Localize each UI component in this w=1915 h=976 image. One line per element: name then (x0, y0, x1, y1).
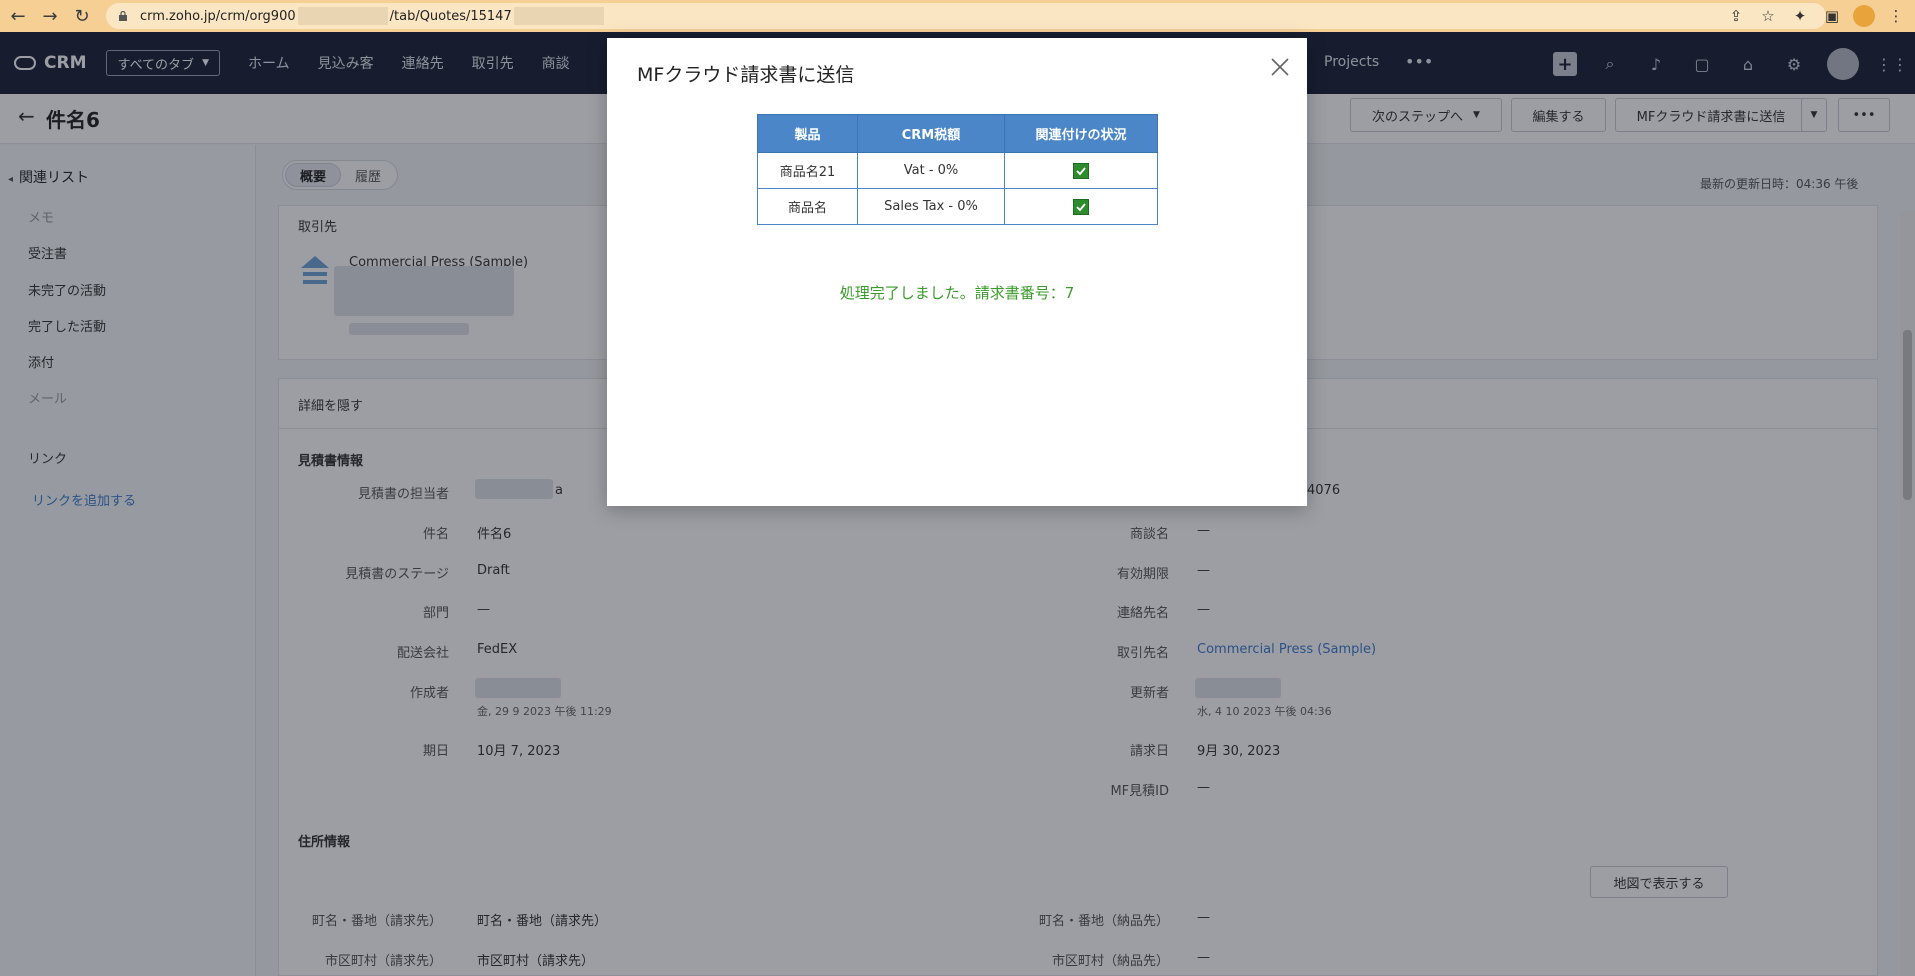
extensions-icon[interactable]: ✦ (1789, 2, 1811, 30)
browser-actions: ⇪ ☆ ✦ ▣ ⋮ (1725, 2, 1907, 30)
url-redacted (297, 7, 388, 25)
forward-icon[interactable]: → (36, 2, 64, 30)
cell-tax: Sales Tax - 0% (857, 188, 1005, 225)
table-row: 商品名 Sales Tax - 0% (757, 188, 1158, 225)
table-header-row: 製品 CRM税額 関連付けの状況 (757, 114, 1158, 153)
table-row: 商品名21 Vat - 0% (757, 152, 1158, 189)
share-icon[interactable]: ⇪ (1725, 2, 1747, 30)
sidepanel-icon[interactable]: ▣ (1821, 2, 1843, 30)
back-icon[interactable]: ← (4, 2, 32, 30)
check-icon (1073, 198, 1089, 215)
column-header-product: 製品 (757, 114, 858, 153)
check-icon (1073, 162, 1089, 179)
browser-toolbar: ← → ↻ crm.zoho.jp/crm/org900 /tab/Quotes… (0, 0, 1915, 32)
url-redacted (513, 7, 604, 25)
cell-status (1004, 188, 1158, 225)
reload-icon[interactable]: ↻ (68, 2, 96, 30)
cell-product: 商品名21 (757, 152, 858, 189)
send-mf-modal: MFクラウド請求書に送信 製品 CRM税額 関連付けの状況 商品名21 Vat … (607, 38, 1307, 506)
column-header-status: 関連付けの状況 (1004, 114, 1158, 153)
cell-status (1004, 152, 1158, 189)
url-mid: /tab/Quotes/15147 (389, 8, 512, 24)
menu-kebab-icon[interactable]: ⋮ (1885, 2, 1907, 30)
association-table: 製品 CRM税額 関連付けの状況 商品名21 Vat - 0% 商品名 Sale… (757, 114, 1158, 225)
column-header-tax: CRM税額 (857, 114, 1005, 153)
close-icon[interactable] (1267, 54, 1293, 80)
success-message: 処理完了しました。請求書番号：7 (839, 284, 1075, 302)
profile-avatar[interactable] (1853, 5, 1875, 27)
star-icon[interactable]: ☆ (1757, 2, 1779, 30)
address-bar[interactable]: crm.zoho.jp/crm/org900 /tab/Quotes/15147 (106, 3, 1826, 29)
url-prefix: crm.zoho.jp/crm/org900 (140, 8, 296, 24)
modal-title: MFクラウド請求書に送信 (637, 64, 855, 86)
lock-icon (119, 11, 127, 21)
cell-tax: Vat - 0% (857, 152, 1005, 189)
cell-product: 商品名 (757, 188, 858, 225)
